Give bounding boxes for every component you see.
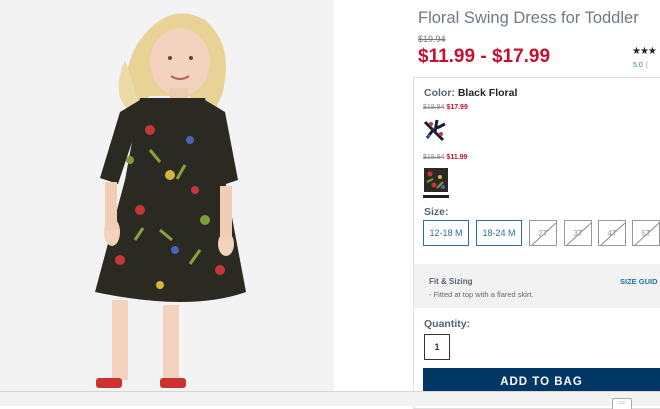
color-label-text: Color: [424,87,455,99]
swatch-strike-price: $19.94 [423,104,445,111]
size-option-18-24m[interactable]: 18-24 M [476,220,522,246]
size-option-label: 2T [538,228,548,238]
size-option-2t[interactable]: 2T [529,220,557,246]
size-option-4t[interactable]: 4T [598,220,626,246]
selected-color-name: Black Floral [457,87,518,99]
toddler-dress-image [0,0,334,392]
size-option-3t[interactable]: 3T [564,220,592,246]
rating-value[interactable]: 5.0( [633,62,648,69]
color-swatch-navy-floral[interactable] [423,118,447,142]
rating-suffix: ( [645,62,649,69]
status-bar-tab-icon[interactable]: ▭ [612,398,632,409]
color-label: Color: Black Floral [424,87,517,99]
rating-number: 5.0 [633,62,643,69]
black-floral-swatch-icon [424,168,448,192]
fit-sizing-title: Fit & Sizing [429,277,473,286]
size-option-12-18m[interactable]: 12-18 M [423,220,469,246]
rating-stars-icon[interactable]: ★★★ [632,46,657,57]
navy-floral-swatch-icon [423,118,447,142]
original-price: $19.94 [418,34,446,44]
size-option-label: 4T [607,228,617,238]
selected-swatch-indicator [423,195,449,198]
size-option-label: 5T [641,228,651,238]
browser-status-bar: ▭ [0,391,660,409]
quantity-label: Quantity: [424,318,471,330]
swatch-sale-price: $11.99 [446,154,468,161]
fit-sizing-description: - Fitted at top with a flared skirt. [429,290,534,299]
swatch-price-black: $19.94 $11.99 [423,154,467,161]
size-option-5t[interactable]: 5T [632,220,660,246]
product-title: Floral Swing Dress for Toddler [418,9,639,27]
fit-sizing-box [414,264,660,308]
size-option-label: 3T [573,228,583,238]
product-photo[interactable] [0,0,334,392]
size-guide-link[interactable]: SIZE GUID [620,277,658,286]
price-range: $11.99 - $17.99 [418,46,551,67]
quantity-input[interactable]: 1 [424,334,450,360]
swatch-sale-price: $17.99 [446,104,468,111]
size-label: Size: [424,206,449,218]
swatch-strike-price: $19.94 [423,154,445,161]
color-swatch-black-floral[interactable] [424,168,448,192]
swatch-price-navy: $19.94 $17.99 [423,104,468,111]
